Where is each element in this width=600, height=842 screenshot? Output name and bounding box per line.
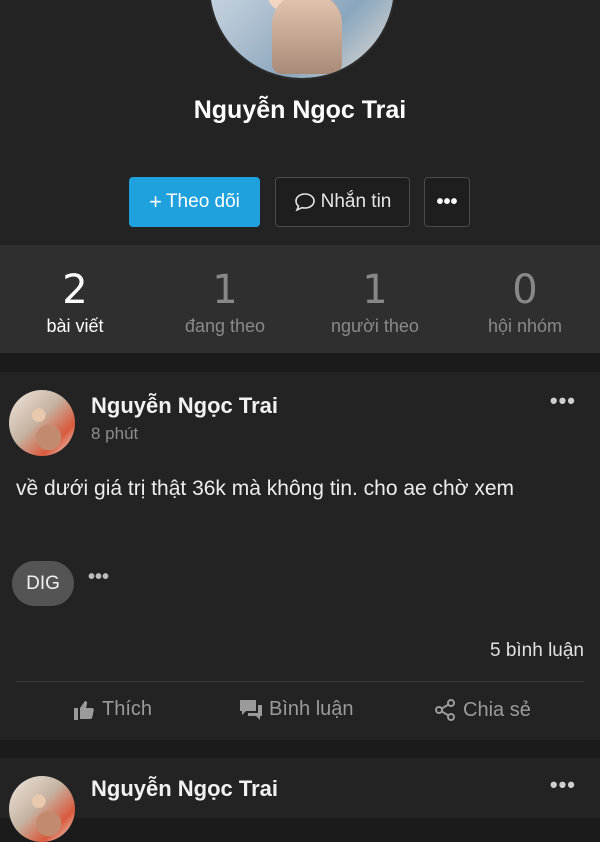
share-label: Chia sẻ [463, 698, 531, 721]
post-time: 8 phút [91, 424, 139, 443]
stat-label: đang theo [184, 316, 266, 336]
profile-name: Nguyễn Ngọc Trai [193, 96, 407, 124]
stat-label: bài viết [46, 316, 104, 336]
like-button[interactable]: Thích [72, 698, 152, 721]
stat-followers[interactable]: 1 người theo [300, 245, 450, 353]
follow-button[interactable]: + Theo dõi [129, 177, 260, 227]
stat-value: 2 [62, 267, 88, 313]
like-label: Thích [102, 698, 153, 720]
divider [16, 681, 584, 682]
stat-value: 1 [212, 267, 238, 313]
share-button[interactable]: Chia sẻ [433, 698, 531, 722]
profile-stats: 2 bài viết 1 đang theo 1 người theo 0 hộ… [0, 245, 600, 353]
profile-avatar[interactable] [208, 0, 396, 80]
more-tags-icon[interactable]: ••• [88, 566, 109, 589]
comment-button[interactable]: Bình luận [239, 698, 354, 721]
more-options-button[interactable]: ••• [424, 177, 470, 227]
post-author[interactable]: Nguyễn Ngọc Trai [91, 776, 278, 802]
comment-count[interactable]: 5 bình luận [490, 640, 584, 662]
stat-groups[interactable]: 0 hội nhóm [450, 245, 600, 353]
stat-label: hội nhóm [487, 316, 563, 336]
post-card: Nguyễn Ngọc Trai ••• [0, 758, 600, 842]
stat-value: 1 [362, 267, 388, 313]
comment-label: Bình luận [269, 698, 354, 720]
share-icon [435, 699, 455, 721]
stat-label: người theo [331, 316, 419, 336]
author-avatar[interactable] [9, 776, 75, 842]
stock-tag[interactable]: DIG [12, 561, 74, 606]
stat-following[interactable]: 1 đang theo [150, 245, 300, 353]
plus-icon: + [149, 189, 162, 214]
chat-bubble-icon [294, 192, 316, 212]
post-menu-icon[interactable]: ••• [550, 388, 576, 414]
post-menu-icon[interactable]: ••• [550, 772, 576, 798]
comment-icon [240, 699, 262, 720]
profile-header: Nguyễn Ngọc Trai + Theo dõi Nhắn tin ••• [0, 0, 600, 245]
post-text: về dưới giá trị thật 36k mà không tin. c… [16, 477, 515, 500]
author-avatar[interactable] [9, 390, 75, 456]
post-card: Nguyễn Ngọc Trai 8 phút ••• về dưới giá … [0, 372, 600, 740]
thumbs-up-icon [74, 700, 94, 720]
stat-posts[interactable]: 2 bài viết [0, 245, 150, 353]
follow-label: Theo dõi [165, 191, 240, 212]
message-button[interactable]: Nhắn tin [275, 177, 410, 227]
stat-value: 0 [512, 267, 538, 313]
more-dots-icon: ••• [436, 190, 458, 213]
message-label: Nhắn tin [320, 191, 392, 212]
post-author[interactable]: Nguyễn Ngọc Trai [91, 393, 278, 419]
